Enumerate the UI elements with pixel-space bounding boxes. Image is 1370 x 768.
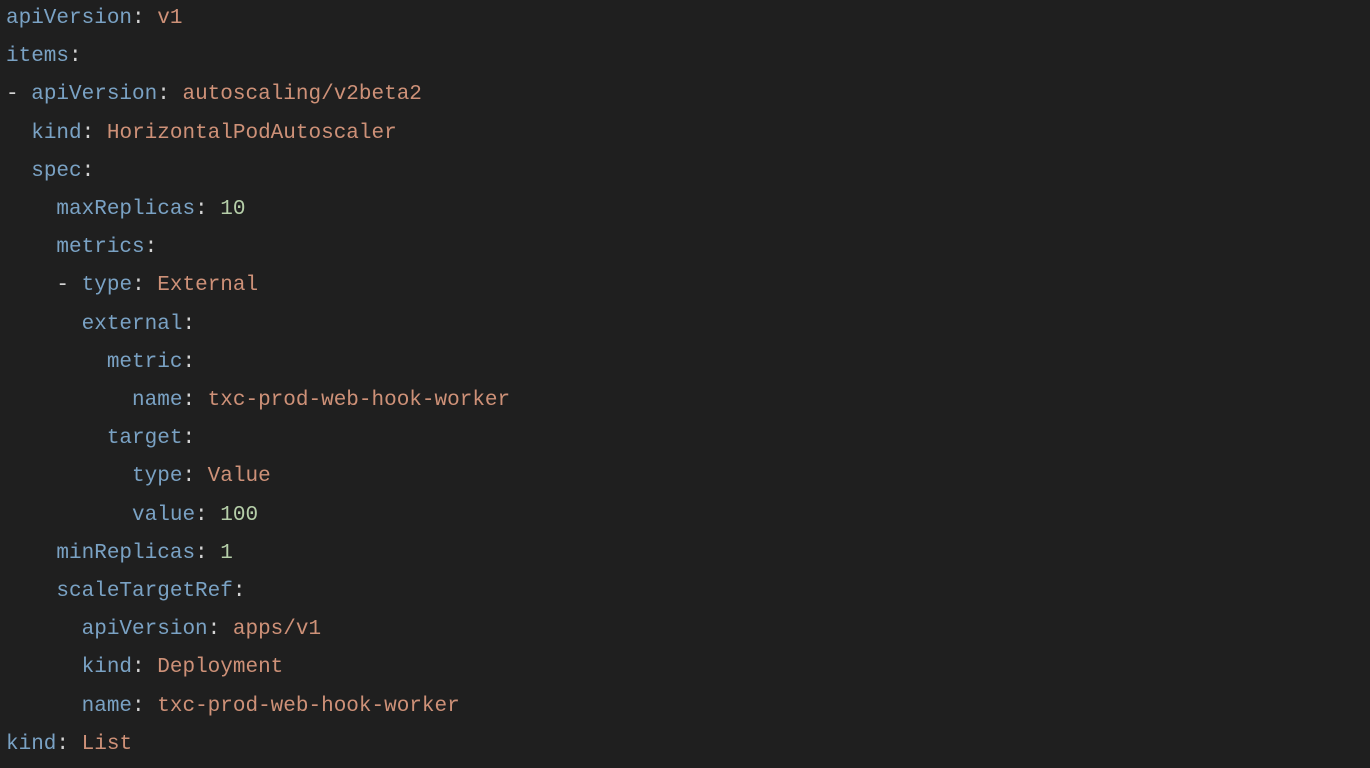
colon: : <box>208 618 221 641</box>
yaml-key: apiVersion <box>31 83 157 106</box>
code-line: maxReplicas: 10 <box>6 198 245 221</box>
colon: : <box>233 580 246 603</box>
colon: : <box>145 236 158 259</box>
code-line: type: Value <box>6 465 271 488</box>
colon: : <box>182 427 195 450</box>
yaml-key: items <box>6 45 69 68</box>
yaml-key: scaleTargetRef <box>56 580 232 603</box>
yaml-code-block[interactable]: apiVersion: v1 items: - apiVersion: auto… <box>0 0 1370 764</box>
colon: : <box>132 7 145 30</box>
colon: : <box>195 542 208 565</box>
yaml-key: kind <box>82 656 132 679</box>
code-line: metrics: <box>6 236 157 259</box>
yaml-key: name <box>82 695 132 718</box>
code-line: external: <box>6 313 195 336</box>
yaml-value: apps/v1 <box>233 618 321 641</box>
colon: : <box>182 389 195 412</box>
yaml-key: metrics <box>56 236 144 259</box>
code-line: name: txc-prod-web-hook-worker <box>6 389 510 412</box>
yaml-key: target <box>107 427 183 450</box>
yaml-value: txc-prod-web-hook-worker <box>208 389 510 412</box>
yaml-value: Value <box>208 465 271 488</box>
code-line: - apiVersion: autoscaling/v2beta2 <box>6 83 422 106</box>
yaml-key: apiVersion <box>6 7 132 30</box>
colon: : <box>182 313 195 336</box>
yaml-key: value <box>132 504 195 527</box>
colon: : <box>82 160 95 183</box>
code-line: name: txc-prod-web-hook-worker <box>6 695 460 718</box>
colon: : <box>195 504 208 527</box>
yaml-value: External <box>157 274 258 297</box>
colon: : <box>157 83 170 106</box>
dash-icon: - <box>6 83 19 106</box>
yaml-key: apiVersion <box>82 618 208 641</box>
yaml-value: autoscaling/v2beta2 <box>182 83 421 106</box>
yaml-value: HorizontalPodAutoscaler <box>107 122 397 145</box>
yaml-value: 100 <box>220 504 258 527</box>
code-line: apiVersion: v1 <box>6 7 182 30</box>
yaml-key: metric <box>107 351 183 374</box>
yaml-key: kind <box>31 122 81 145</box>
colon: : <box>132 656 145 679</box>
yaml-value: v1 <box>157 7 182 30</box>
code-line: - type: External <box>6 274 258 297</box>
code-line: apiVersion: apps/v1 <box>6 618 321 641</box>
yaml-key: minReplicas <box>56 542 195 565</box>
code-line: items: <box>6 45 82 68</box>
dash-icon: - <box>56 274 69 297</box>
colon: : <box>195 198 208 221</box>
colon: : <box>69 45 82 68</box>
code-line: scaleTargetRef: <box>6 580 245 603</box>
yaml-value: 10 <box>220 198 245 221</box>
code-line: kind: HorizontalPodAutoscaler <box>6 122 397 145</box>
colon: : <box>56 733 69 756</box>
yaml-value: 1 <box>220 542 233 565</box>
yaml-key: type <box>82 274 132 297</box>
code-line: target: <box>6 427 195 450</box>
colon: : <box>132 274 145 297</box>
colon: : <box>132 695 145 718</box>
yaml-key: kind <box>6 733 56 756</box>
code-line: kind: List <box>6 733 132 756</box>
yaml-key: spec <box>31 160 81 183</box>
yaml-key: name <box>132 389 182 412</box>
colon: : <box>182 465 195 488</box>
yaml-value: List <box>82 733 132 756</box>
yaml-value: Deployment <box>157 656 283 679</box>
code-line: kind: Deployment <box>6 656 283 679</box>
code-line: minReplicas: 1 <box>6 542 233 565</box>
yaml-value: txc-prod-web-hook-worker <box>157 695 459 718</box>
colon: : <box>82 122 95 145</box>
yaml-key: type <box>132 465 182 488</box>
code-line: metric: <box>6 351 195 374</box>
code-line: value: 100 <box>6 504 258 527</box>
code-line: spec: <box>6 160 94 183</box>
yaml-key: maxReplicas <box>56 198 195 221</box>
colon: : <box>182 351 195 374</box>
yaml-key: external <box>82 313 183 336</box>
